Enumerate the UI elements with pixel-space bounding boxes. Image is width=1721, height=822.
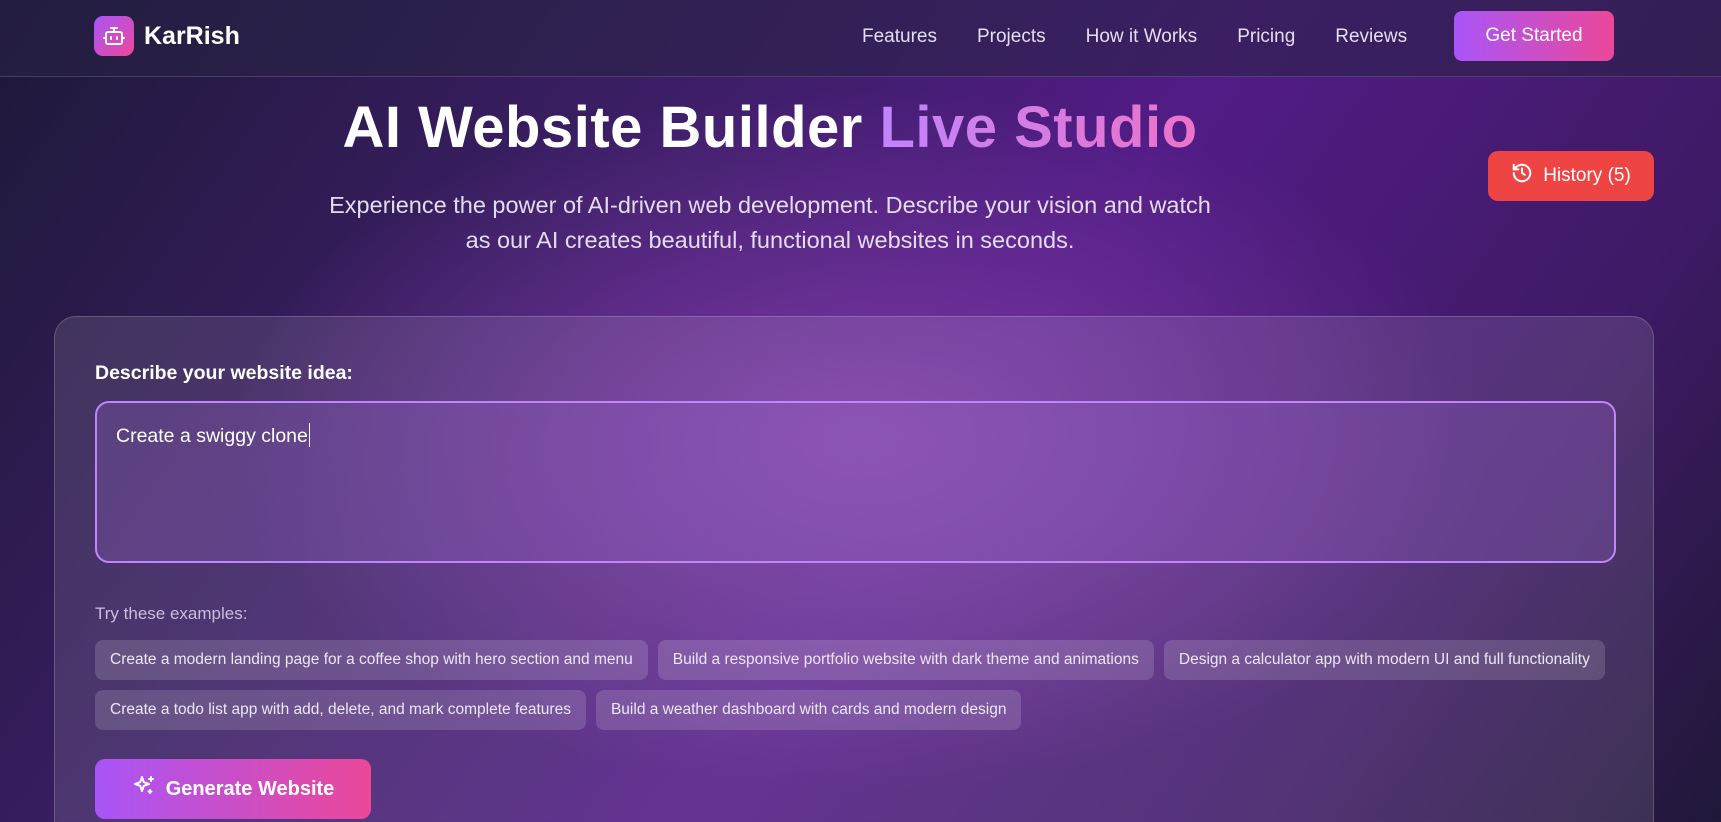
- sparkles-icon: [132, 774, 166, 804]
- title-accent: Live Studio: [879, 95, 1198, 160]
- text-caret: [308, 423, 311, 447]
- history-button[interactable]: History (5): [1488, 151, 1654, 201]
- history-label: History (5): [1543, 165, 1631, 186]
- nav-link-reviews[interactable]: Reviews: [1335, 26, 1407, 48]
- examples-label: Try these examples:: [95, 604, 248, 623]
- history-icon: [1511, 162, 1543, 190]
- nav-link-features[interactable]: Features: [862, 26, 937, 48]
- title-main: AI Website Builder: [342, 95, 863, 160]
- prompt-value: Create a swiggy clone: [116, 425, 308, 447]
- top-navbar: KarRish Features Projects How it Works P…: [0, 0, 1721, 77]
- example-chip[interactable]: Create a todo list app with add, delete,…: [95, 690, 586, 730]
- prompt-label: Describe your website idea:: [95, 362, 353, 384]
- nav-link-pricing[interactable]: Pricing: [1237, 26, 1295, 48]
- robot-icon: [94, 16, 134, 56]
- hero-subtitle: Experience the power of AI-driven web de…: [290, 188, 1250, 258]
- generate-website-button[interactable]: Generate Website: [95, 759, 371, 819]
- builder-card: Describe your website idea: Create a swi…: [54, 316, 1654, 822]
- get-started-button[interactable]: Get Started: [1454, 11, 1614, 61]
- nav-link-projects[interactable]: Projects: [977, 26, 1046, 48]
- page-title: AI Website Builder Live Studio: [0, 94, 1540, 161]
- generate-label: Generate Website: [165, 777, 335, 800]
- brand-name: KarRish: [144, 21, 240, 50]
- nav-link-how-it-works[interactable]: How it Works: [1086, 26, 1198, 48]
- brand-logo[interactable]: KarRish: [94, 16, 240, 56]
- example-chip[interactable]: Design a calculator app with modern UI a…: [1163, 640, 1605, 680]
- example-chip[interactable]: Create a modern landing page for a coffe…: [95, 640, 648, 680]
- example-chip[interactable]: Build a weather dashboard with cards and…: [595, 690, 1022, 730]
- subtitle-line-2: as our AI creates beautiful, functional …: [465, 227, 1075, 253]
- prompt-textarea[interactable]: Create a swiggy clone: [95, 401, 1616, 563]
- nav-links: Features Projects How it Works Pricing R…: [862, 26, 1447, 48]
- subtitle-line-1: Experience the power of AI-driven web de…: [329, 192, 1211, 218]
- example-chip[interactable]: Build a responsive portfolio website wit…: [657, 640, 1154, 680]
- example-chips: Create a modern landing page for a coffe…: [95, 640, 1635, 740]
